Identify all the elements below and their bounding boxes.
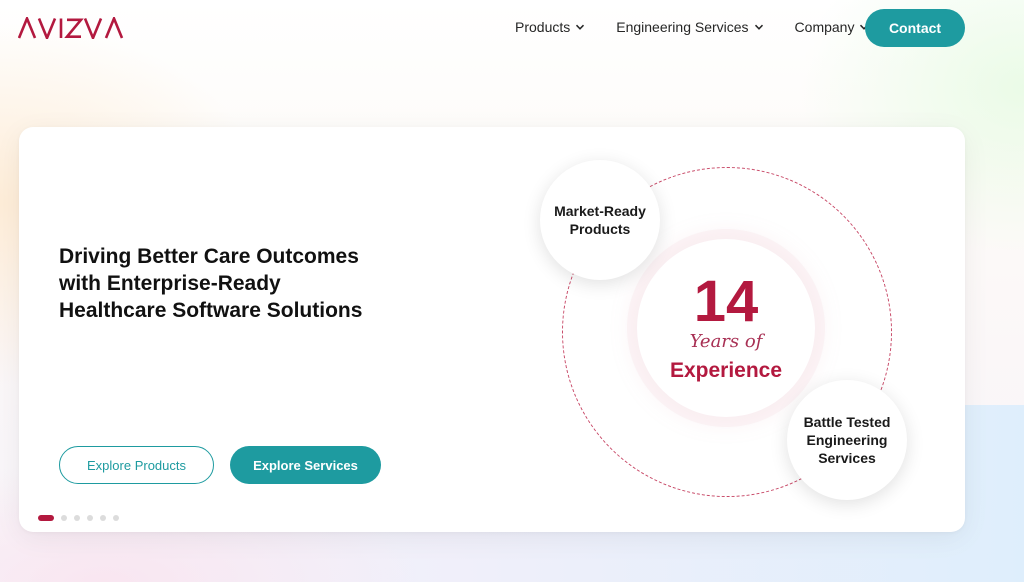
bubble-bottom-line-1: Battle Tested xyxy=(803,414,891,430)
chevron-down-icon xyxy=(754,24,763,30)
experience-label: Experience xyxy=(669,359,783,382)
bubble-bottom-line-2: Engineering xyxy=(806,432,888,448)
hero-card: Driving Better Care Outcomes with Enterp… xyxy=(19,127,965,532)
bubble-top-line-2: Products xyxy=(569,221,631,237)
carousel-dot[interactable] xyxy=(61,515,67,521)
bubble-top-line-1: Market-Ready xyxy=(554,203,646,219)
market-ready-products-bubble: Market-Ready Products xyxy=(540,160,660,280)
contact-button[interactable]: Contact xyxy=(865,9,965,47)
nav-products-label: Products xyxy=(515,19,571,35)
bubble-bottom-line-3: Services xyxy=(818,450,876,466)
site-header: Products Engineering Services Company Co… xyxy=(0,0,1024,58)
headline-line-1: Driving Better Care Outcomes xyxy=(59,245,359,268)
main-nav: Products Engineering Services Company xyxy=(515,19,869,35)
explore-products-button[interactable]: Explore Products xyxy=(59,446,214,484)
headline-bold-1: Enterprise-Ready xyxy=(106,272,281,295)
chevron-down-icon xyxy=(576,24,585,30)
explore-services-button[interactable]: Explore Services xyxy=(230,446,381,484)
headline-with: with xyxy=(59,272,107,295)
carousel-dot[interactable] xyxy=(74,515,80,521)
carousel-dots xyxy=(38,515,126,521)
carousel-dot[interactable] xyxy=(100,515,106,521)
years-of-label: Years of xyxy=(689,331,763,352)
battle-tested-services-bubble: Battle Tested Engineering Services xyxy=(787,380,907,500)
avizva-logo-mark xyxy=(18,17,124,39)
avizva-logo[interactable] xyxy=(18,14,126,42)
nav-engineering-services[interactable]: Engineering Services xyxy=(616,19,763,35)
hero-headline: Driving Better Care Outcomes with Enterp… xyxy=(59,243,439,324)
nav-engineering-services-label: Engineering Services xyxy=(616,19,749,35)
years-number: 14 xyxy=(693,269,759,334)
experience-graphic: 14 Years of Experience Market-Ready Prod… xyxy=(519,151,907,531)
nav-company[interactable]: Company xyxy=(795,19,870,35)
nav-company-label: Company xyxy=(794,19,855,35)
carousel-dot[interactable] xyxy=(87,515,93,521)
nav-products[interactable]: Products xyxy=(515,19,585,35)
carousel-dot-active[interactable] xyxy=(38,515,54,521)
headline-bold-2: Healthcare Software Solutions xyxy=(59,299,363,322)
carousel-dot[interactable] xyxy=(113,515,119,521)
